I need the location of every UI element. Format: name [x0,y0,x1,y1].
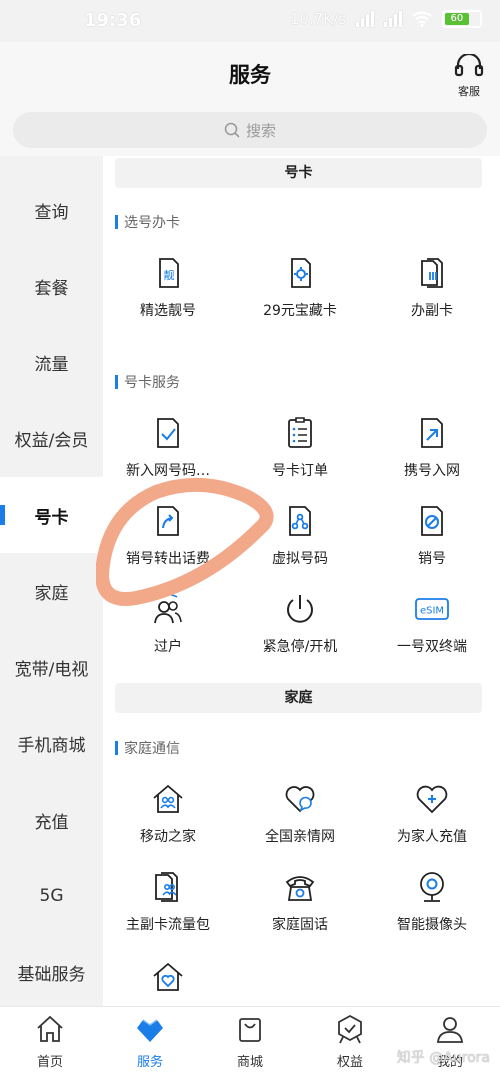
tile-transfer-owner[interactable]: 过户 [103,592,233,656]
transfer-owner-icon [154,593,182,624]
tile-secondary-card[interactable]: 办副卡 [367,256,497,320]
tile-cancel-number[interactable]: 销号 [367,504,497,568]
virtual-number-icon [289,506,311,536]
headset-icon [454,52,484,77]
tile-family-landline[interactable]: 家庭固话 [235,870,365,934]
power-icon [287,595,313,623]
network-speed: 10.7K/s [289,10,346,28]
shared-data-card-icon [155,872,178,902]
tab-home[interactable]: 首页 [0,1007,100,1083]
group-title-card-service: 号卡服务 [115,372,180,392]
sidebar-item-phone-mall[interactable]: 手机商城 [0,705,103,781]
search-input[interactable]: 搜索 [13,112,487,148]
status-bar: 19:36 10.7K/s 60 [0,0,500,42]
tile-virtual-number[interactable]: 虚拟号码 [235,504,365,568]
shopping-bag-icon [239,1018,261,1042]
tab-profile[interactable]: 我的 [400,1007,500,1083]
group-title-select-number: 选号办卡 [115,212,180,232]
sidebar-item-query[interactable]: 查询 [0,172,103,248]
top-bar: 服务 客服 [0,42,500,104]
heart-service-icon [137,1019,163,1042]
sidebar-item-family[interactable]: 家庭 [0,553,103,629]
new-number-check-icon [157,418,179,448]
customer-service-button[interactable]: 客服 [452,52,486,99]
sidebar-item-basic-services[interactable]: 基础服务 [0,934,103,1010]
section-header-family: 家庭 [115,683,482,713]
tile-pretty-number[interactable]: 靓 精选靓号 [103,256,233,320]
svg-text:eSIM: eSIM [420,606,444,617]
wifi-icon [412,11,432,27]
bottom-tab-bar: 首页 服务 商城 权益 我的 [0,1006,500,1083]
battery-level: 60 [445,13,469,25]
battery-icon: 60 [442,10,482,28]
group-title-family-comm: 家庭通信 [115,738,180,758]
tile-family-network[interactable]: 全国亲情网 [235,782,365,846]
tile-home-heart[interactable] [103,960,233,1004]
sidebar-item-benefits[interactable]: 权益/会员 [0,400,103,476]
customer-service-label: 客服 [458,85,480,98]
tile-port-in[interactable]: 携号入网 [367,416,497,480]
tab-benefits[interactable]: 权益 [300,1007,400,1083]
sidebar-item-data[interactable]: 流量 [0,324,103,400]
page-title: 服务 [229,63,271,87]
sidebar-item-broadband-tv[interactable]: 宽带/电视 [0,629,103,705]
watermark: 知乎 @Aurora [396,1050,490,1066]
tile-mobile-home[interactable]: 移动之家 [103,782,233,846]
sidebar-item-number-card[interactable]: 号卡 [0,477,103,553]
tile-family-recharge[interactable]: 为家人充值 [367,782,497,846]
home-heart-icon [153,962,183,991]
service-content: 号卡 选号办卡 靓 精选靓号 29元宝藏卡 办副卡 号卡服务 新入网号码… 号卡… [103,156,500,1006]
signal-icon-2 [384,11,402,27]
tile-balance-transfer[interactable]: 销号转出话费 [103,504,233,568]
treasure-card-icon [291,258,311,288]
search-area: 搜索 [0,104,500,156]
tile-treasure-card[interactable]: 29元宝藏卡 [235,256,365,320]
heart-chat-icon [285,786,315,813]
sidebar-item-plans[interactable]: 套餐 [0,248,103,324]
esim-icon: eSIM [415,598,449,620]
sidebar-item-recharge[interactable]: 充值 [0,782,103,858]
section-header-number-card: 号卡 [115,158,482,188]
family-home-icon [153,784,183,813]
tile-smart-camera[interactable]: 智能摄像头 [367,870,497,934]
landline-phone-icon [285,876,315,901]
tile-emergency-power[interactable]: 紧急停/开机 [235,592,365,656]
tab-services[interactable]: 服务 [100,1007,200,1083]
profile-icon [437,1017,463,1043]
status-right: 10.7K/s 60 [290,10,482,28]
search-placeholder: 搜索 [245,121,276,140]
sidebar-item-5g[interactable]: 5G [0,858,103,934]
tile-shared-data[interactable]: 主副卡流量包 [103,870,233,934]
camera-icon [420,872,444,902]
tile-new-number-check[interactable]: 新入网号码… [103,416,233,480]
port-in-icon [421,418,443,448]
cancel-number-icon [421,506,443,536]
home-icon [37,1015,63,1042]
tab-mall[interactable]: 商城 [200,1007,300,1083]
tile-card-orders[interactable]: 号卡订单 [235,416,365,480]
balance-transfer-icon [157,506,179,536]
tile-one-number-two-devices[interactable]: eSIM 一号双终端 [367,592,497,656]
category-sidebar: 查询 套餐 流量 权益/会员 号卡 家庭 宽带/电视 手机商城 充值 5G 基础… [0,156,103,1006]
pretty-number-card-icon: 靓 [159,258,179,288]
benefits-badge-icon [338,1014,362,1044]
sim-card-icon [421,258,443,288]
order-list-icon [288,417,312,448]
search-icon [224,122,240,138]
signal-icon [356,11,374,27]
status-time: 19:36 [84,10,142,31]
svg-text:靓: 靓 [164,268,175,282]
heart-plus-icon [416,785,448,814]
